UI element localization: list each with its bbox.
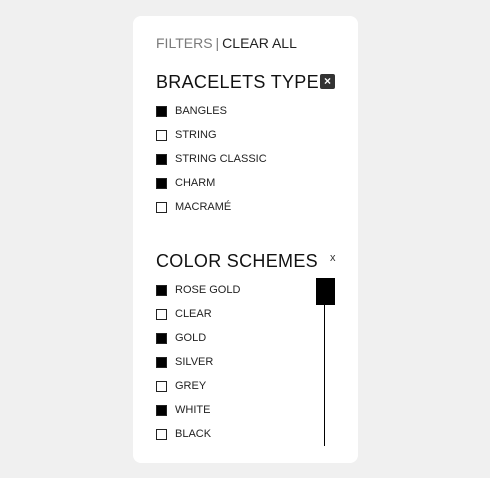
checkbox[interactable] [156,356,167,368]
option-label: CHARM [175,177,216,189]
bracelet-option-bangles[interactable]: BANGLES [156,104,227,118]
checkbox[interactable] [156,284,167,296]
option-label: GOLD [175,332,207,344]
checkbox[interactable] [156,105,167,117]
checkbox[interactable] [156,129,167,141]
option-label: STRING CLASSIC [175,153,267,165]
header-separator: | [215,35,220,51]
option-label: MACRAMÉ [175,201,232,213]
filters-label: FILTERS [156,35,213,51]
filter-panel: FILTERS | CLEAR ALL BRACELETS TYPE × BANGL… [133,16,358,463]
color-option-rose-gold[interactable]: ROSE GOLD [156,283,240,297]
color-option-clear[interactable]: CLEAR [156,307,212,321]
option-label: STRING [175,129,217,141]
option-label: GREY [175,380,207,392]
option-label: ROSE GOLD [175,284,241,296]
option-label: WHITE [175,404,211,416]
option-label: BLACK [175,428,212,440]
color-schemes-title: COLOR SCHEMES [156,251,318,271]
bracelets-type-title: BRACELETS TYPE [156,72,319,92]
checkbox[interactable] [156,428,167,440]
checkbox[interactable] [156,332,167,344]
checkbox[interactable] [156,201,167,213]
option-label: BANGLES [175,105,227,117]
color-option-silver[interactable]: SILVER [156,355,213,369]
color-option-grey[interactable]: GREY [156,379,206,393]
color-option-gold[interactable]: GOLD [156,331,206,345]
color-list-scrollbar-thumb[interactable] [316,278,335,305]
option-label: SILVER [175,356,214,368]
checkbox[interactable] [156,404,167,416]
bracelet-option-string-classic[interactable]: STRING CLASSIC [156,152,267,166]
color-option-white[interactable]: WHITE [156,403,210,417]
option-label: CLEAR [175,308,212,320]
checkbox[interactable] [156,153,167,165]
color-schemes-close-icon[interactable]: x [330,252,336,264]
bracelet-option-macrame[interactable]: MACRAMÉ [156,200,231,214]
color-option-black[interactable]: BLACK [156,427,211,441]
checkbox[interactable] [156,177,167,189]
checkbox[interactable] [156,380,167,392]
bracelets-close-icon[interactable]: × [320,74,335,89]
bracelet-option-charm[interactable]: CHARM [156,176,215,190]
clear-all-button[interactable]: CLEAR ALL [222,35,297,51]
checkbox[interactable] [156,308,167,320]
filters-header: FILTERS | CLEAR ALL [156,35,297,51]
bracelet-option-string[interactable]: STRING [156,128,217,142]
